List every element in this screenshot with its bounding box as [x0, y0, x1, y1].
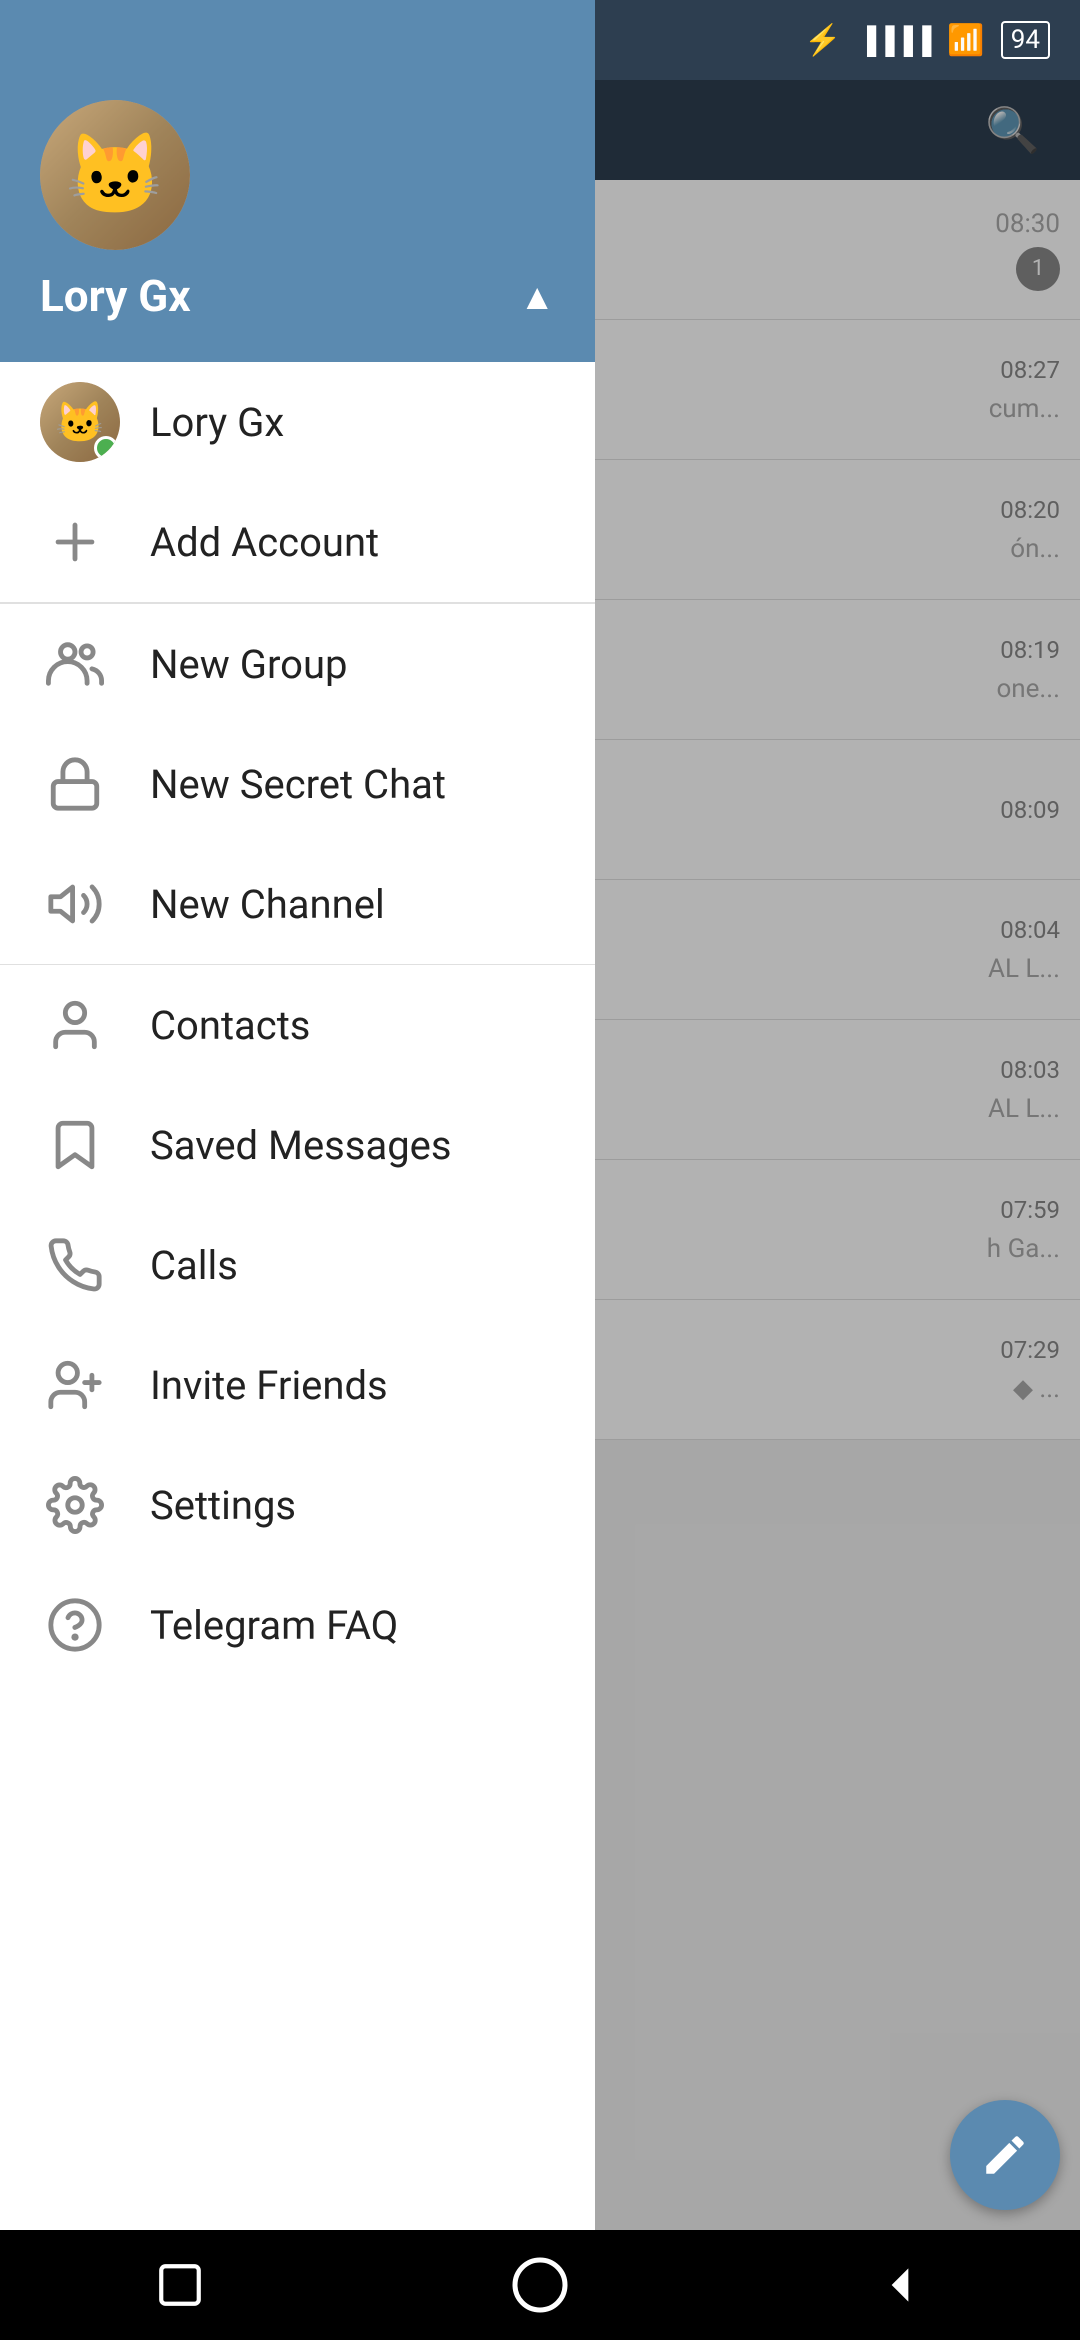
contacts-label: Contacts — [150, 1002, 310, 1049]
new-channel-item[interactable]: New Channel — [0, 844, 595, 964]
signal-icon: ▐▐▐▐ — [858, 25, 932, 56]
calls-item[interactable]: Calls — [0, 1205, 595, 1325]
calls-icon — [40, 1230, 110, 1300]
settings-label: Settings — [150, 1482, 296, 1529]
add-account-label: Add Account — [150, 519, 379, 566]
drawer-user-name: Lory Gx — [40, 270, 555, 322]
status-bar-right: ⚡ ▐▐▐▐ 📶 94 — [804, 21, 1050, 59]
nav-home-button[interactable] — [500, 2245, 580, 2325]
contacts-icon — [40, 990, 110, 1060]
add-account-icon — [40, 507, 110, 577]
contacts-item[interactable]: Contacts — [0, 965, 595, 1085]
menu-group-2: Contacts Saved Messages Calls — [0, 965, 595, 1685]
compose-fab[interactable] — [950, 2100, 1060, 2210]
add-account-item[interactable]: Add Account — [0, 482, 595, 602]
saved-messages-label: Saved Messages — [150, 1122, 452, 1169]
drawer-chevron-icon[interactable]: ▲ — [519, 276, 555, 318]
saved-messages-item[interactable]: Saved Messages — [0, 1085, 595, 1205]
new-secret-chat-label: New Secret Chat — [150, 761, 446, 808]
new-group-item[interactable]: New Group — [0, 604, 595, 724]
new-secret-chat-item[interactable]: New Secret Chat — [0, 724, 595, 844]
calls-label: Calls — [150, 1242, 238, 1289]
new-channel-label: New Channel — [150, 881, 385, 928]
new-channel-icon — [40, 869, 110, 939]
bottom-navigation — [0, 2230, 1080, 2340]
invite-friends-icon — [40, 1350, 110, 1420]
drawer-profile-avatar[interactable]: 🐱 — [40, 100, 190, 250]
telegram-faq-label: Telegram FAQ — [150, 1602, 398, 1649]
saved-messages-icon — [40, 1110, 110, 1180]
wifi-icon: 📶 — [947, 23, 984, 58]
telegram-faq-item[interactable]: Telegram FAQ — [0, 1565, 595, 1685]
current-account-item[interactable]: 🐱 Lory Gx — [0, 362, 595, 482]
telegram-faq-icon — [40, 1590, 110, 1660]
nav-recent-apps-button[interactable] — [140, 2245, 220, 2325]
drawer-header: 🐱 Lory Gx ▲ — [0, 0, 595, 362]
account-section: 🐱 Lory Gx Add Account — [0, 362, 595, 603]
account-avatar: 🐱 — [40, 382, 120, 462]
settings-item[interactable]: Settings — [0, 1445, 595, 1565]
new-group-label: New Group — [150, 641, 347, 688]
account-name: Lory Gx — [150, 399, 284, 446]
settings-icon — [40, 1470, 110, 1540]
bluetooth-icon: ⚡ — [804, 23, 841, 58]
new-secret-chat-icon — [40, 749, 110, 819]
menu-group-1: New Group New Secret Chat New Channel — [0, 604, 595, 964]
battery-indicator: 94 — [1001, 21, 1050, 59]
invite-friends-label: Invite Friends — [150, 1362, 388, 1409]
new-group-icon — [40, 629, 110, 699]
nav-back-button[interactable] — [860, 2245, 940, 2325]
navigation-drawer: 🐱 Lory Gx ▲ 🐱 Lory Gx Add Account — [0, 0, 595, 2340]
battery-level: 94 — [1011, 25, 1040, 55]
drawer-overlay[interactable] — [580, 0, 1080, 2340]
online-indicator — [94, 436, 118, 460]
invite-friends-item[interactable]: Invite Friends — [0, 1325, 595, 1445]
